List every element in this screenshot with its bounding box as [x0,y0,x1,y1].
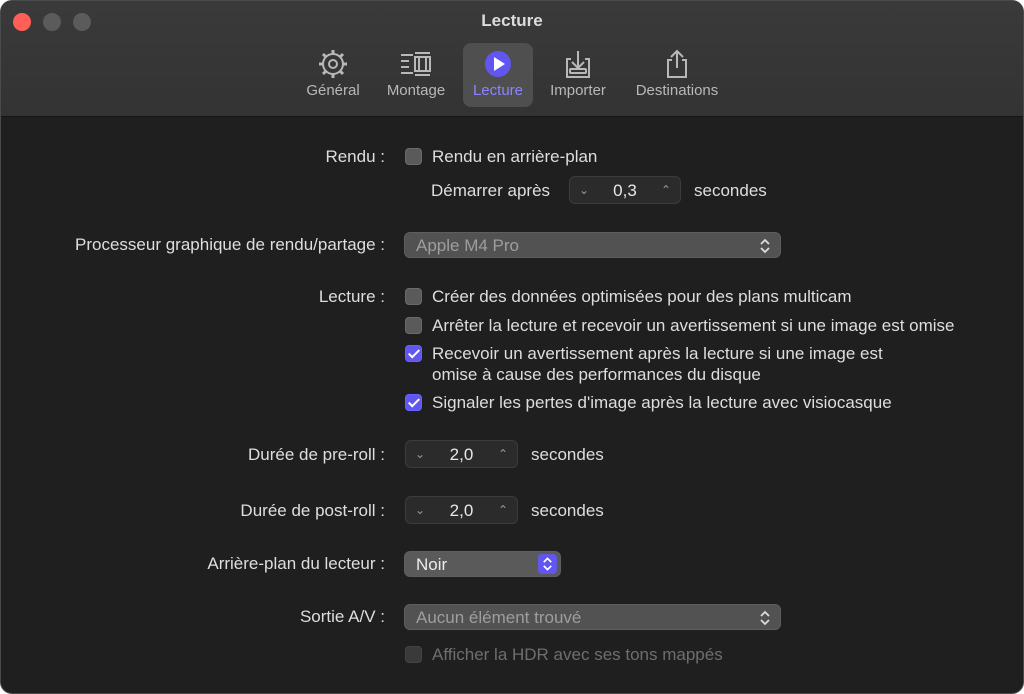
postroll-unit: secondes [531,501,604,520]
play-icon [485,51,511,77]
hdr-tonemap-checkbox[interactable] [405,646,422,663]
stop-on-drop-label: Arrêter la lecture et recevoir un averti… [432,316,955,335]
chevron-up-icon[interactable]: ⌃ [495,502,511,518]
multicam-optimized-checkbox[interactable] [405,288,422,305]
gear-icon [319,50,347,78]
gpu-label: Processeur graphique de rendu/partage : [75,235,385,254]
tab-lecture-label: Lecture [472,82,524,99]
chevron-up-icon[interactable]: ⌃ [495,446,511,462]
chevron-up-icon[interactable]: ⌃ [658,182,674,198]
warn-after-playback-checkbox[interactable] [405,345,422,362]
tab-montage[interactable]: Montage [381,43,451,107]
timeline-icon [401,52,431,76]
av-output-label: Sortie A/V : [299,607,385,626]
warn-after-playback-label-line1: Recevoir un avertissement après la lectu… [432,344,883,363]
preferences-window: Lecture Général Montage Lecture Importer… [0,0,1024,694]
tab-montage-label: Montage [386,82,446,99]
preroll-label: Durée de pre-roll : [247,445,385,464]
rendu-label: Rendu : [325,147,385,166]
start-after-unit: secondes [694,181,767,200]
tab-importer[interactable]: Importer [543,43,613,107]
settings-panel: Rendu : Rendu en arrière-plan Démarrer a… [1,118,1023,693]
av-output-popup[interactable]: Aucun élément trouvé [404,604,781,630]
av-output-value: Aucun élément trouvé [416,608,582,627]
postroll-stepper[interactable]: ⌄ 2,0 ⌃ [405,496,518,524]
hdr-tonemap-label: Afficher la HDR avec ses tons mappés [432,645,723,664]
gpu-popup[interactable]: Apple M4 Pro [404,232,781,258]
tab-destinations[interactable]: Destinations [629,43,725,107]
share-icon [667,49,687,78]
window-title: Lecture [481,11,543,30]
headset-drop-report-checkbox[interactable] [405,394,422,411]
tab-lecture[interactable]: Lecture [463,43,533,107]
up-down-chevron-icon [543,557,552,571]
start-after-label: Démarrer après [431,181,551,200]
multicam-optimized-label: Créer des données optimisées pour des pl… [432,287,852,306]
background-render-checkbox[interactable] [405,148,422,165]
lecture-label: Lecture : [318,287,385,306]
up-down-chevron-icon [760,610,770,626]
player-bg-popup[interactable]: Noir [404,551,561,577]
up-down-chevron-icon [760,238,770,254]
postroll-label: Durée de post-roll : [240,501,385,520]
stop-on-drop-checkbox[interactable] [405,317,422,334]
preroll-stepper[interactable]: ⌄ 2,0 ⌃ [405,440,518,468]
toolbar: Lecture Général Montage Lecture Importer… [1,1,1023,117]
preroll-unit: secondes [531,445,604,464]
tab-destinations-label: Destinations [635,82,719,99]
player-bg-value: Noir [416,555,448,574]
gpu-value: Apple M4 Pro [416,236,519,255]
tab-importer-label: Importer [550,82,606,99]
player-bg-label: Arrière-plan du lecteur : [207,554,385,573]
tab-general[interactable]: Général [297,43,369,107]
import-icon [566,51,590,78]
background-render-label: Rendu en arrière-plan [432,147,598,166]
start-after-stepper[interactable]: ⌄ 0,3 ⌃ [569,176,681,204]
tab-general-label: Général [306,82,360,99]
headset-drop-report-label: Signaler les pertes d'image après la lec… [432,393,892,412]
warn-after-playback-label-line2: omise à cause des performances du disque [432,365,761,384]
